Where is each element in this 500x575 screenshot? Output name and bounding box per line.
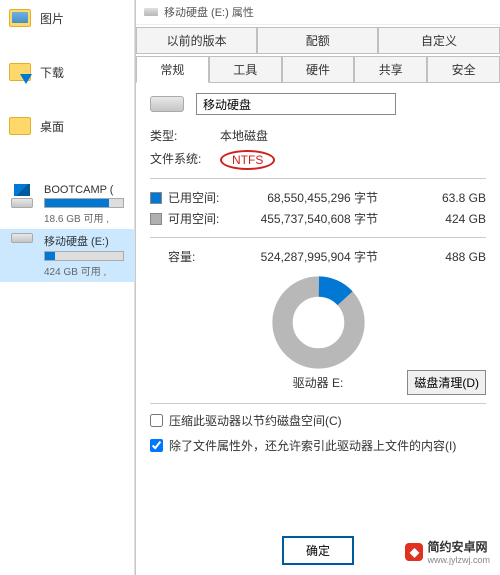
- windows-logo-icon: [14, 184, 30, 196]
- tab-general[interactable]: 常规: [136, 56, 209, 83]
- type-label: 类型:: [150, 127, 220, 144]
- compress-label: 压缩此驱动器以节约磁盘空间(C): [169, 412, 342, 429]
- tab-row-top: 以前的版本 配额 自定义: [136, 27, 500, 54]
- disk-name-input[interactable]: [196, 93, 396, 115]
- drive-usage-bar: [44, 251, 124, 261]
- tab-security[interactable]: 安全: [427, 56, 500, 82]
- pie-chart-icon: [271, 275, 366, 370]
- tab-row-bottom: 常规 工具 硬件 共享 安全: [136, 56, 500, 83]
- capacity-gb: 488 GB: [426, 250, 486, 264]
- drive-name: BOOTCAMP (: [44, 184, 129, 196]
- library-label: 图片: [40, 10, 64, 27]
- capacity-label: 容量:: [168, 248, 238, 265]
- pictures-icon: [8, 6, 32, 30]
- downloads-icon: [8, 60, 32, 84]
- tab-quota[interactable]: 配额: [257, 27, 378, 53]
- android-icon: ◆: [405, 543, 423, 561]
- filesystem-value: NTFS: [220, 150, 275, 170]
- index-checkbox[interactable]: [150, 439, 163, 452]
- watermark: ◆ 简约安卓网 www.jylzwj.com: [401, 536, 494, 567]
- tab-hardware[interactable]: 硬件: [282, 56, 355, 82]
- drive-removable[interactable]: 移动硬盘 (E:) 424 GB 可用 ,: [0, 229, 135, 282]
- used-gb: 63.8 GB: [426, 191, 486, 205]
- library-downloads[interactable]: 下载: [0, 54, 134, 90]
- capacity-bytes: 524,287,995,904 字节: [238, 248, 378, 265]
- drive-icon: [11, 233, 33, 243]
- drive-bootcamp[interactable]: BOOTCAMP ( 18.6 GB 可用 ,: [0, 180, 135, 229]
- drive-icon: [11, 198, 33, 208]
- used-color-icon: [150, 192, 162, 204]
- drive-usage-bar: [44, 198, 124, 208]
- disk-cleanup-button[interactable]: 磁盘清理(D): [407, 370, 486, 395]
- disk-icon: [150, 96, 184, 112]
- window-title: 移动硬盘 (E:) 属性: [164, 4, 254, 20]
- drive-subtext: 18.6 GB 可用 ,: [44, 210, 129, 225]
- ok-button[interactable]: 确定: [282, 536, 354, 565]
- compress-checkbox[interactable]: [150, 414, 163, 427]
- library-desktop[interactable]: 桌面: [0, 108, 134, 144]
- used-label: 已用空间:: [168, 189, 238, 206]
- library-label: 下载: [40, 64, 64, 81]
- drive-icon: [144, 8, 158, 16]
- drive-name: 移动硬盘 (E:): [44, 233, 129, 249]
- desktop-icon: [8, 114, 32, 138]
- filesystem-label: 文件系统:: [150, 150, 220, 170]
- watermark-title: 简约安卓网: [427, 538, 490, 555]
- title-bar: 移动硬盘 (E:) 属性: [136, 0, 500, 25]
- used-bytes: 68,550,455,296 字节: [238, 189, 378, 206]
- tab-tools[interactable]: 工具: [209, 56, 282, 82]
- tab-customize[interactable]: 自定义: [378, 27, 499, 53]
- general-panel: 类型: 本地磁盘 文件系统: NTFS 已用空间: 68,550,455,296…: [136, 83, 500, 472]
- explorer-sidebar: 图片 下载 桌面: [0, 0, 135, 575]
- index-label: 除了文件属性外，还允许索引此驱动器上文件的内容(I): [169, 437, 456, 454]
- usage-donut-chart: [150, 275, 486, 370]
- free-color-icon: [150, 213, 162, 225]
- tab-previous-versions[interactable]: 以前的版本: [136, 27, 257, 53]
- drive-subtext: 424 GB 可用 ,: [44, 263, 129, 278]
- type-value: 本地磁盘: [220, 127, 268, 144]
- free-bytes: 455,737,540,608 字节: [238, 210, 378, 227]
- library-label: 桌面: [40, 118, 64, 135]
- library-pictures[interactable]: 图片: [0, 0, 134, 36]
- tab-sharing[interactable]: 共享: [354, 56, 427, 82]
- drive-list: BOOTCAMP ( 18.6 GB 可用 , 移动硬盘 (E:) 424 GB…: [0, 180, 135, 282]
- watermark-url: www.jylzwj.com: [427, 555, 490, 565]
- free-label: 可用空间:: [168, 210, 238, 227]
- free-gb: 424 GB: [426, 212, 486, 226]
- properties-dialog: 移动硬盘 (E:) 属性 以前的版本 配额 自定义 常规 工具 硬件 共享 安全…: [135, 0, 500, 575]
